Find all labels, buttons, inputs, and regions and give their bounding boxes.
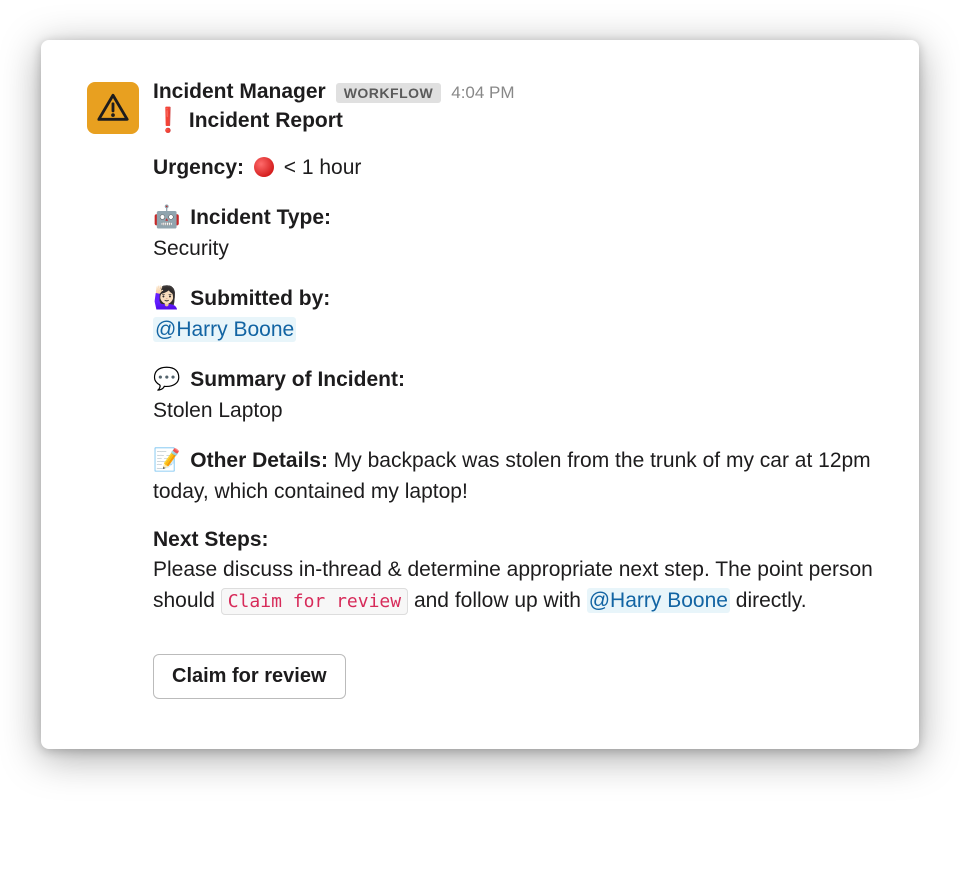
other-details-label: Other Details: [190,449,328,472]
red-circle-icon [254,157,274,177]
warning-triangle-icon [96,91,130,125]
robot-icon: 🤖 [153,201,180,233]
app-avatar [87,82,139,134]
timestamp: 4:04 PM [451,83,514,103]
message: Incident Manager WORKFLOW 4:04 PM ❗ Inci… [87,80,873,699]
exclamation-icon: ❗ [153,106,183,135]
message-title: ❗ Incident Report [153,106,873,135]
claim-for-review-button[interactable]: Claim for review [153,654,346,699]
submitted-by-label: Submitted by: [190,287,330,310]
author-name: Incident Manager [153,80,326,104]
next-steps-text: Please discuss in-thread & determine app… [153,558,873,611]
urgency-value: < 1 hour [284,156,362,179]
workflow-badge: WORKFLOW [336,83,442,103]
memo-icon: 📝 [153,444,180,476]
summary-label: Summary of Incident: [190,368,405,391]
next-steps-label: Next Steps: [153,528,269,551]
incident-type-label: Incident Type: [190,206,331,229]
submitted-by-section: 🙋🏻‍♀️ Submitted by: @Harry Boone [153,282,873,345]
next-steps-after: directly. [730,589,807,612]
inline-code: Claim for review [221,588,408,615]
other-details-section: 📝 Other Details: My backpack was stolen … [153,444,873,507]
message-content: Incident Manager WORKFLOW 4:04 PM ❗ Inci… [153,80,873,699]
next-steps-mid: and follow up with [414,589,587,612]
user-mention[interactable]: @Harry Boone [153,317,296,342]
summary-value: Stolen Laptop [153,399,283,422]
urgency-label: Urgency: [153,156,244,179]
incident-type-section: 🤖 Incident Type: Security [153,201,873,264]
raising-hand-icon: 🙋🏻‍♀️ [153,282,180,314]
next-steps-section: Next Steps: Please discuss in-thread & d… [153,525,873,616]
user-mention[interactable]: @Harry Boone [587,588,730,613]
urgency-section: Urgency: < 1 hour [153,153,873,183]
message-card: Incident Manager WORKFLOW 4:04 PM ❗ Inci… [41,40,919,749]
incident-type-value: Security [153,237,229,260]
summary-section: 💬 Summary of Incident: Stolen Laptop [153,363,873,426]
speech-bubble-icon: 💬 [153,363,180,395]
title-text: Incident Report [189,109,343,133]
message-header: Incident Manager WORKFLOW 4:04 PM [153,80,873,104]
